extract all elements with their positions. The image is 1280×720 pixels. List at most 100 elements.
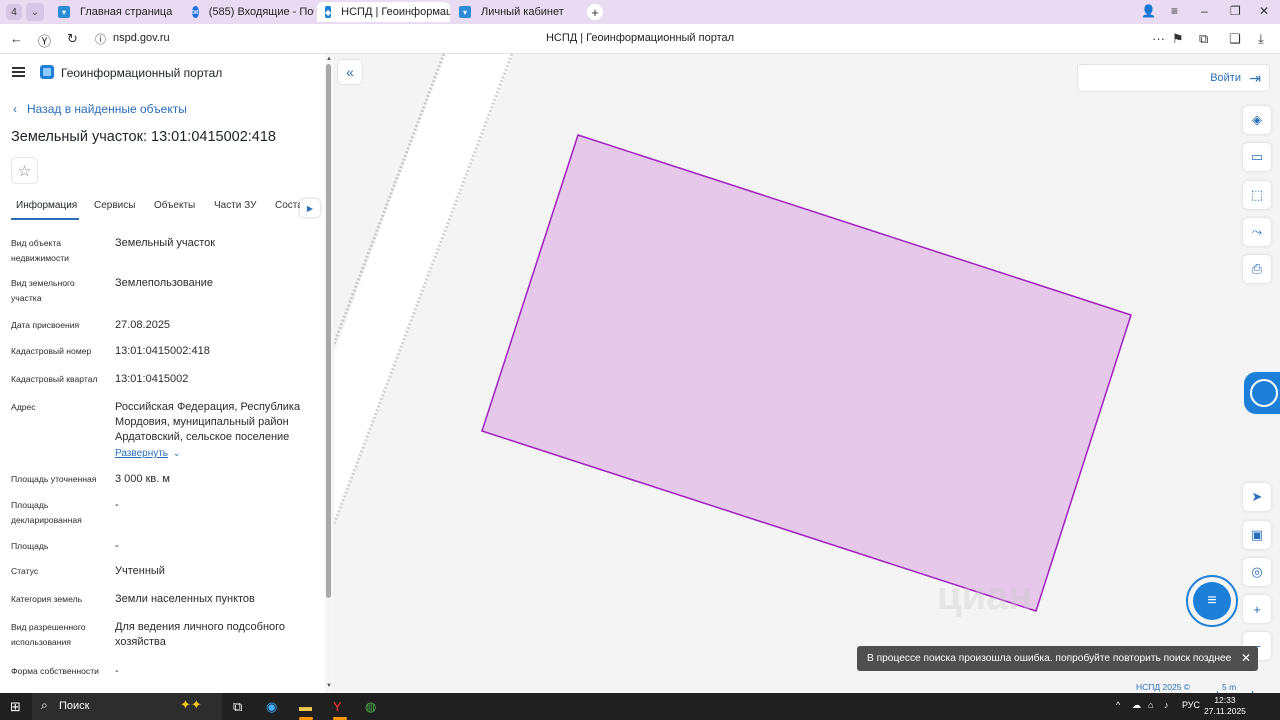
print-icon[interactable]: ⎙ bbox=[1243, 255, 1271, 283]
clock-time: 12:33 bbox=[1214, 695, 1236, 705]
login-label: Войти bbox=[1210, 72, 1241, 84]
scroll-down-icon[interactable]: ▼ bbox=[325, 683, 333, 689]
search-icon: ⌕ bbox=[41, 698, 48, 712]
login-button[interactable]: Войти ⇥ bbox=[1077, 64, 1270, 92]
file-explorer-icon[interactable]: ▬ bbox=[299, 699, 312, 714]
geolocation-icon[interactable]: ◎ bbox=[1243, 558, 1271, 586]
tab-label: НСПД | Геоинформаци bbox=[341, 6, 450, 18]
address-value: Российская Федерация, Республика Мордови… bbox=[115, 401, 301, 443]
extensions-icon[interactable]: ⧉ bbox=[1199, 31, 1208, 47]
edge-icon[interactable]: ◉ bbox=[266, 699, 277, 715]
back-to-results-link[interactable]: ‹ Назад в найденные объекты bbox=[13, 102, 187, 116]
back-link-label: Назад в найденные объекты bbox=[27, 102, 187, 116]
clock-date: 27.11.2025 bbox=[1204, 706, 1246, 716]
property-value: Для ведения личного подсобного хозяйства bbox=[115, 621, 286, 648]
close-window-icon[interactable]: ✕ bbox=[1259, 4, 1269, 18]
support-chat-tab[interactable] bbox=[1244, 372, 1280, 414]
bookmark-icon[interactable]: ⚑ bbox=[1172, 31, 1184, 47]
browser-tab-mail[interactable]: ✉ (585) Входящие - Почта M bbox=[184, 2, 314, 22]
navigate-icon[interactable]: ➤ bbox=[1243, 483, 1271, 511]
menu-icon[interactable]: ≡ bbox=[1171, 4, 1178, 18]
share-icon[interactable]: ⤳ bbox=[1243, 218, 1271, 246]
error-toast: В процессе поиска произошла ошибка. попр… bbox=[857, 646, 1258, 671]
browser-tab-home[interactable]: ▾ Главная страница bbox=[50, 2, 182, 22]
taskbar-search[interactable]: ⌕ Поиск ✦✦ bbox=[32, 693, 222, 720]
property-key: Категория земель bbox=[11, 594, 83, 604]
portal-logo bbox=[40, 65, 54, 79]
property-value: - bbox=[115, 540, 119, 552]
profile-icon[interactable]: 👤 bbox=[1141, 4, 1156, 18]
scrollbar-thumb[interactable] bbox=[326, 64, 331, 598]
property-value: 13:01:0415002 bbox=[115, 373, 189, 385]
minimap-icon[interactable]: ▣ bbox=[1243, 521, 1271, 549]
yandex-browser-icon[interactable]: Y bbox=[333, 699, 342, 714]
property-key: Вид объекта недвижимости bbox=[11, 238, 69, 263]
browser-tab-cabinet[interactable]: ▾ Личный кабинет bbox=[451, 2, 583, 22]
tab-label: (585) Входящие - Почта M bbox=[208, 6, 314, 18]
copilot-sparkle-icon: ✦✦ bbox=[180, 697, 202, 712]
search-label: Поиск bbox=[59, 700, 90, 712]
task-view-icon[interactable]: ⧉ bbox=[233, 699, 242, 715]
browser-tab-nspd[interactable]: ◆ НСПД | Геоинформаци × bbox=[317, 2, 450, 22]
collections-icon[interactable]: ❏ bbox=[1229, 31, 1241, 47]
chat-fab-button[interactable]: ≡ bbox=[1186, 575, 1238, 627]
expand-label: Развернуть bbox=[115, 448, 169, 459]
expand-link[interactable]: Развернуть ⌄ bbox=[115, 446, 315, 461]
select-area-icon[interactable]: ⬚ bbox=[1243, 181, 1271, 209]
language-indicator[interactable]: РУС bbox=[1182, 700, 1200, 710]
layers-icon[interactable]: ◈ bbox=[1243, 106, 1271, 134]
onedrive-icon[interactable]: ☁ bbox=[1132, 700, 1141, 711]
portal-name: Геоинформационный портал bbox=[61, 66, 223, 80]
chevron-down-icon: ⌄ bbox=[173, 448, 181, 458]
property-key: Кадастровый номер bbox=[11, 346, 92, 356]
property-key: Кадастровый квартал bbox=[11, 374, 98, 384]
tab-list-chevron-icon[interactable]: ⌄ bbox=[26, 3, 44, 21]
tray-overflow-icon[interactable]: ^ bbox=[1116, 700, 1120, 710]
active-tab-underline bbox=[11, 218, 79, 220]
tab-parts[interactable]: Части ЗУ bbox=[214, 200, 256, 211]
property-value: Землепользование bbox=[115, 277, 214, 289]
property-value: 13:01:0415002:418 bbox=[115, 345, 210, 357]
more-icon[interactable]: ··· bbox=[1152, 31, 1165, 46]
toast-message: В процессе поиска произошла ошибка. попр… bbox=[867, 653, 1232, 664]
land-parcel-polygon[interactable] bbox=[481, 134, 1132, 612]
property-key: Площадь декларированная bbox=[11, 500, 82, 525]
windows-start-icon[interactable]: ⊞ bbox=[10, 699, 21, 715]
collapse-panel-button[interactable]: « bbox=[337, 59, 363, 85]
tab-count-badge[interactable]: 4 bbox=[6, 4, 22, 20]
scroll-up-icon[interactable]: ▲ bbox=[325, 56, 333, 62]
chrome-icon[interactable]: ◍ bbox=[365, 699, 376, 715]
chevron-left-icon: ‹ bbox=[13, 102, 17, 116]
hamburger-menu-icon[interactable] bbox=[12, 67, 25, 77]
property-value: 27.08.2025 bbox=[115, 319, 171, 331]
page-title: НСПД | Геоинформационный портал bbox=[545, 32, 735, 44]
tab-composition[interactable]: Соста bbox=[275, 200, 300, 211]
property-key: Статус bbox=[11, 566, 39, 576]
mail-favicon-icon: ✉ bbox=[192, 6, 199, 18]
map-layer bbox=[334, 54, 1132, 612]
tab-services[interactable]: Сервисы bbox=[94, 200, 135, 211]
panel-scrollbar[interactable]: ▲ ▼ bbox=[325, 54, 333, 693]
minimize-icon[interactable]: – bbox=[1201, 4, 1208, 18]
nspd-favicon-icon: ◆ bbox=[325, 6, 332, 18]
zoom-in-button[interactable]: + bbox=[1243, 595, 1271, 623]
clock[interactable]: 12:33 27.11.2025 bbox=[1204, 695, 1246, 717]
map-canvas[interactable]: циан « Войти ⇥ ◈ ▭ ⬚ ⤳ ⎙ ➤ ▣ ◎ + − ≡ В п… bbox=[334, 54, 1280, 693]
tabs-scroll-right-button[interactable]: ▶ bbox=[300, 199, 320, 217]
new-tab-button[interactable]: + bbox=[587, 4, 603, 20]
property-key: Дата присвоения bbox=[11, 320, 80, 330]
tab-objects[interactable]: Объекты bbox=[154, 200, 195, 211]
download-icon[interactable]: ⤓ bbox=[1258, 31, 1264, 47]
tab-information[interactable]: Информация bbox=[16, 200, 77, 211]
property-key: Адрес bbox=[11, 402, 36, 412]
close-toast-icon[interactable]: ✕ bbox=[1241, 651, 1251, 665]
chat-bubble-icon bbox=[1250, 379, 1278, 407]
volume-icon[interactable]: ♪ bbox=[1164, 700, 1169, 710]
restore-icon[interactable]: ❐ bbox=[1230, 4, 1241, 18]
property-value: - bbox=[115, 499, 119, 511]
favorite-star-icon[interactable]: ☆ bbox=[11, 157, 38, 184]
ruler-icon[interactable]: ▭ bbox=[1243, 143, 1271, 171]
network-icon[interactable]: ⌂ bbox=[1148, 700, 1153, 710]
object-info-panel: Геоинформационный портал ‹ Назад в найден… bbox=[0, 54, 333, 693]
site-favicon-icon: ▾ bbox=[58, 6, 70, 18]
